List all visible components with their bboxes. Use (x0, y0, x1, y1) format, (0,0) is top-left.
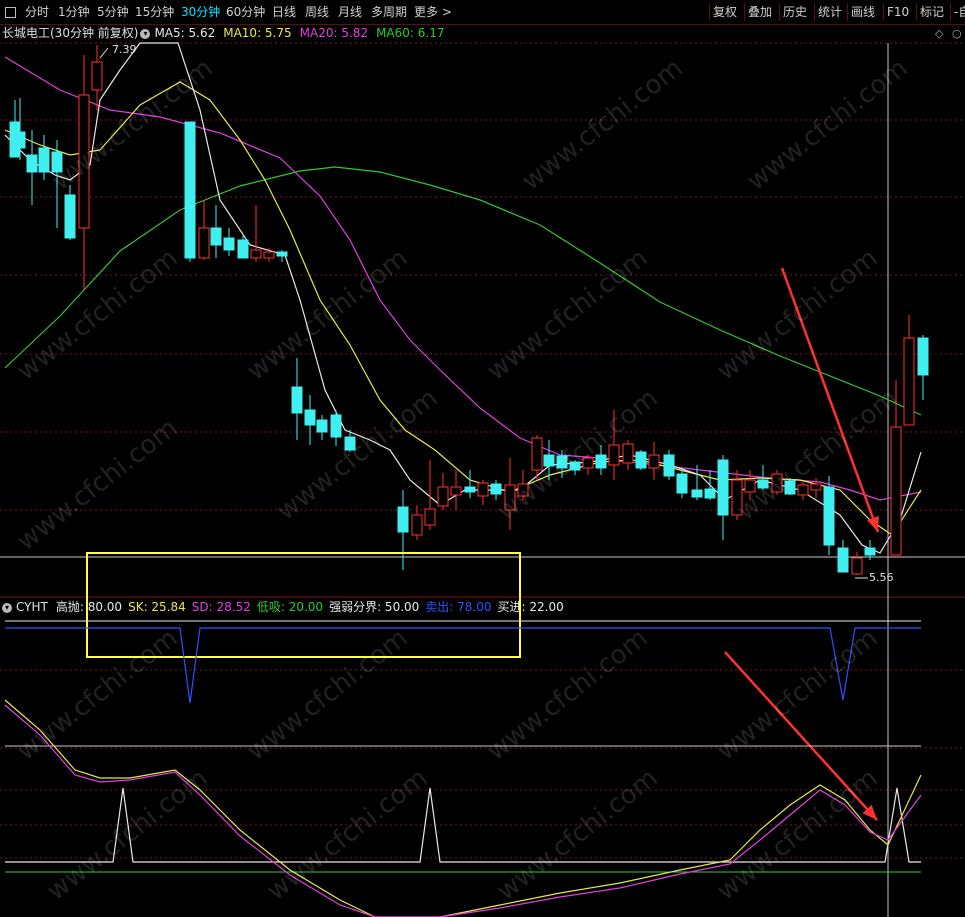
candle-body (78, 94, 90, 229)
sk-line (4, 699, 922, 917)
low-price-label: 5.56 (869, 571, 894, 584)
candle-body (744, 479, 756, 493)
ma10-line (4, 81, 922, 536)
candle-body (531, 437, 543, 471)
ma5-line (4, 42, 922, 554)
candle-body (569, 461, 581, 471)
highlight-box (86, 552, 521, 658)
candle-body (890, 426, 902, 556)
maichu-line (5, 627, 921, 704)
candle-body (316, 419, 328, 433)
candle-body (595, 454, 607, 469)
candle-body (250, 249, 262, 259)
candle-body (198, 227, 210, 259)
candle-body (424, 508, 436, 526)
candle-body (14, 131, 26, 149)
candle-body (450, 486, 462, 496)
candle-body (411, 514, 423, 536)
candle-body (291, 386, 303, 414)
candle-body (851, 557, 863, 575)
candle-body (917, 337, 929, 376)
candle-body (582, 457, 594, 469)
candle-body (663, 454, 675, 477)
candle-body (903, 337, 915, 426)
candle-body (344, 436, 356, 451)
candle-body (477, 482, 489, 497)
candle-body (676, 473, 688, 494)
candle-body (490, 483, 502, 495)
candle-body (757, 479, 769, 489)
candle-body (622, 443, 634, 464)
candle-body (437, 486, 449, 507)
candle-body (51, 151, 63, 173)
ma60-line (4, 166, 922, 416)
candle-body (304, 409, 316, 426)
candle-body (91, 61, 103, 91)
ma20-line (4, 56, 922, 501)
candle-body (648, 454, 660, 469)
candle-body (223, 237, 235, 251)
candle-body (464, 486, 476, 493)
candle-body (210, 227, 222, 246)
candle-body (864, 547, 876, 556)
high-price-label: 7.39 (112, 43, 137, 56)
candle-body (704, 488, 716, 499)
candle-body (38, 147, 50, 173)
candle-body (330, 414, 342, 438)
candle-body (837, 547, 849, 573)
candle-body (504, 484, 516, 511)
candle-body (731, 479, 743, 516)
candle-body (784, 480, 796, 495)
candle-body (184, 121, 196, 259)
candle-body (717, 459, 729, 516)
candle-body (517, 483, 529, 497)
candle-body (64, 194, 76, 239)
candle-body (691, 489, 703, 498)
red-arrow-indicator-shaft (724, 651, 878, 821)
candle-body (237, 239, 249, 259)
candle-body (810, 483, 822, 491)
high-marker (99, 47, 109, 59)
candle-body (543, 454, 555, 467)
candle-body (397, 506, 409, 533)
candle-body (263, 251, 275, 259)
maijin-signal-line (5, 787, 921, 863)
candle-body (608, 444, 620, 466)
candle-body (771, 473, 783, 493)
candle-body (797, 484, 809, 496)
candlestick-chart-canvas[interactable] (0, 0, 965, 917)
candle-body (26, 154, 38, 173)
candle-body (635, 451, 647, 469)
candle-body (823, 486, 835, 546)
candle-body (276, 251, 288, 257)
candle-body (556, 455, 568, 469)
